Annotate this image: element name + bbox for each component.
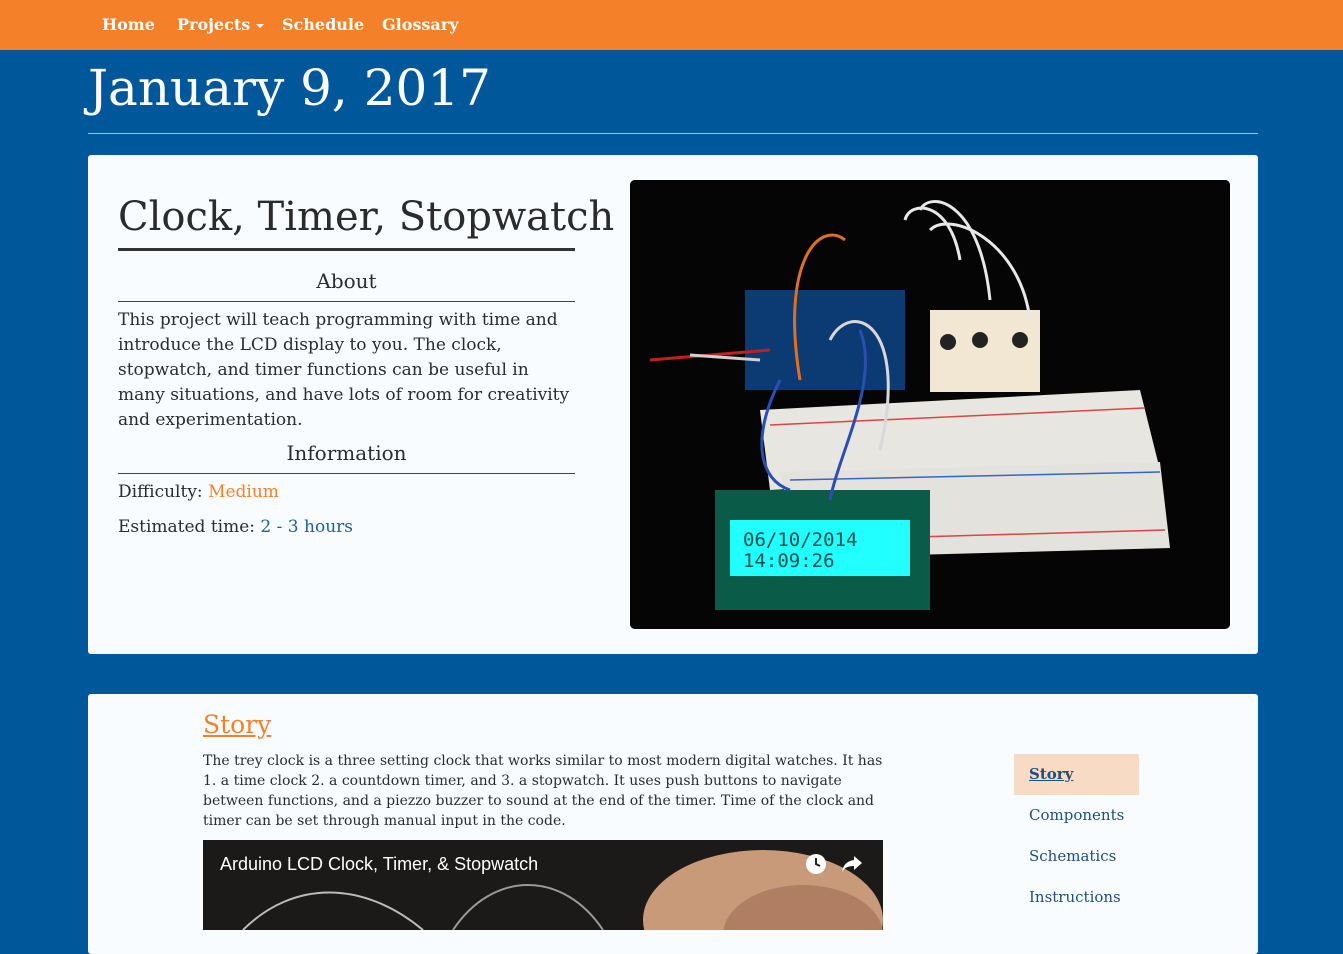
project-title: Clock, Timer, Stopwatch (118, 194, 615, 240)
nav-home-link[interactable]: Home (102, 0, 155, 50)
about-heading: About (316, 269, 377, 293)
side-nav-schematics[interactable]: Schematics (1014, 836, 1139, 877)
estimated-time-value: 2 - 3 hours (260, 517, 353, 537)
story-heading-link[interactable]: Story (203, 710, 271, 739)
page-date-heading: January 9, 2017 (88, 59, 491, 117)
information-divider (118, 473, 575, 474)
about-divider (118, 301, 575, 302)
estimated-time-label: Estimated time: (118, 517, 256, 537)
nav-projects-dropdown[interactable]: Projects (177, 0, 265, 50)
difficulty-label: Difficulty: (118, 482, 203, 502)
side-nav-components[interactable]: Components (1014, 795, 1139, 836)
side-nav-instructions[interactable]: Instructions (1014, 877, 1139, 918)
title-divider (118, 248, 575, 251)
share-icon[interactable] (841, 854, 863, 874)
watch-later-icon[interactable] (805, 853, 827, 875)
nav-projects-label: Projects (177, 15, 251, 34)
story-text: The trey clock is a three setting clock … (203, 753, 883, 829)
video-title: Arduino LCD Clock, Timer, & Stopwatch (220, 854, 539, 874)
project-overview-card: Clock, Timer, Stopwatch About This proje… (88, 155, 1258, 654)
nav-schedule-link[interactable]: Schedule (282, 0, 364, 50)
information-heading: Information (286, 441, 407, 465)
video-embed[interactable]: Arduino LCD Clock, Timer, & Stopwatch (203, 840, 883, 930)
estimated-time-row: Estimated time: 2 - 3 hours (118, 517, 353, 537)
top-navbar: Home Projects Schedule Glossary (0, 0, 1343, 50)
project-photo: 06/10/2014 14:09:26 (630, 180, 1230, 629)
svg-text:14:09:26: 14:09:26 (743, 550, 835, 572)
difficulty-row: Difficulty: Medium (118, 482, 279, 502)
nav-glossary-link[interactable]: Glossary (382, 0, 459, 50)
arduino-breadboard-photo: 06/10/2014 14:09:26 (630, 180, 1230, 629)
date-divider (88, 133, 1258, 134)
about-text: This project will teach programming with… (118, 310, 570, 430)
side-nav-story[interactable]: Story (1014, 754, 1139, 795)
difficulty-value: Medium (208, 482, 279, 502)
caret-down-icon (256, 23, 265, 28)
project-details-card: Story The trey clock is a three setting … (88, 694, 1258, 954)
svg-text:06/10/2014: 06/10/2014 (743, 529, 857, 551)
